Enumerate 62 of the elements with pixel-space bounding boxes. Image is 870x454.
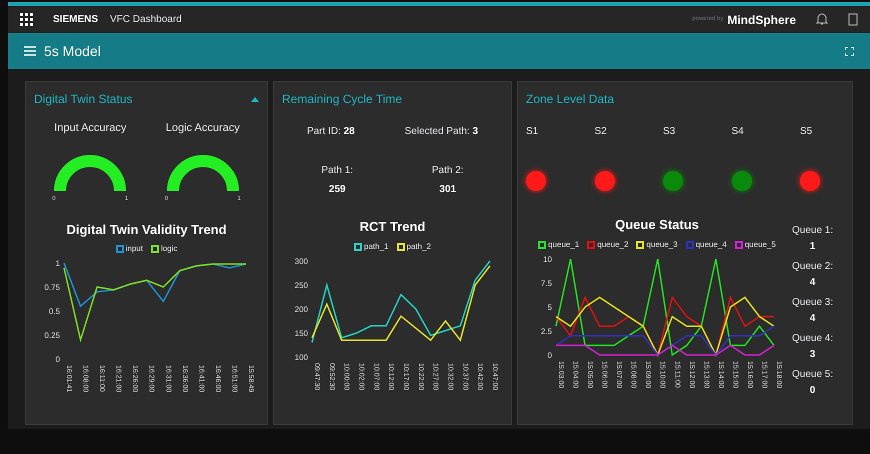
- app-grid-icon[interactable]: [20, 13, 33, 26]
- brand-name: SIEMENS: [53, 13, 98, 27]
- path-value: 301: [439, 183, 456, 197]
- fullscreen-icon[interactable]: [845, 46, 854, 56]
- page-title: 5s Model: [44, 42, 101, 60]
- legend-label: logic: [160, 243, 178, 255]
- queue-value: 4: [810, 276, 816, 290]
- queue-label: Queue 3:: [792, 296, 834, 310]
- station-label: S3: [663, 125, 676, 139]
- y-tick-label: 2.5: [540, 326, 552, 336]
- y-tick-label: 150: [294, 328, 308, 338]
- legend-label: path_2: [406, 240, 431, 252]
- y-tick-label: 0.75: [44, 283, 60, 292]
- queue-value: 1: [810, 240, 816, 254]
- menu-icon[interactable]: [24, 46, 36, 56]
- queue-value: 0: [810, 384, 816, 398]
- path-label: Path 1:: [321, 164, 354, 178]
- panel-title: Zone Level Data: [526, 91, 616, 108]
- path-label: Path 2:: [432, 164, 464, 178]
- queue-label: Queue 1:: [792, 224, 834, 238]
- legend-label: queue_2: [597, 238, 628, 250]
- queue-label: Queue 5:: [792, 368, 834, 382]
- y-tick-label: 250: [294, 280, 308, 290]
- y-tick-label: 10: [543, 254, 552, 264]
- queue-value: 4: [810, 312, 816, 326]
- chart-title: RCT Trend: [360, 218, 426, 236]
- stat-text: Part ID: 28: [306, 125, 355, 139]
- legend-label: queue_4: [696, 238, 727, 250]
- y-tick-label: 0: [548, 350, 552, 360]
- chart-title: Queue Status: [615, 216, 699, 234]
- queue-label: Queue 2:: [792, 260, 834, 274]
- y-tick-label: 5: [548, 302, 552, 312]
- gauge-label: Logic Accuracy: [166, 121, 240, 136]
- y-tick-label: 0.5: [48, 307, 60, 316]
- legend-label: path_1: [364, 240, 388, 252]
- queue-value: 3: [810, 348, 816, 362]
- y-tick-label: 0: [55, 355, 60, 364]
- station-label: S2: [594, 125, 607, 139]
- stat-text: Selected Path: 3: [404, 125, 478, 139]
- app-name[interactable]: VFC Dashboard: [110, 12, 182, 27]
- panel-title: Remaining Cycle Time: [282, 91, 404, 108]
- y-tick-label: 200: [294, 304, 308, 314]
- y-tick-label: 100: [294, 352, 308, 362]
- chart-title: Digital Twin Validity Trend: [66, 220, 227, 239]
- legend-label: queue_3: [646, 238, 678, 250]
- legend-label: input: [126, 243, 143, 255]
- station-label: S5: [800, 125, 812, 139]
- legend-label: queue_5: [744, 238, 776, 250]
- station-label: S4: [732, 125, 744, 139]
- y-tick-label: 1: [55, 259, 60, 268]
- y-tick-label: 300: [294, 256, 308, 266]
- y-tick-label: 7.5: [540, 278, 552, 288]
- legend-label: queue_1: [548, 238, 580, 250]
- queue-label: Queue 4:: [792, 332, 834, 346]
- path-value: 259: [328, 183, 346, 197]
- station-label: S1: [526, 125, 538, 139]
- collapse-caret-icon[interactable]: [251, 96, 259, 102]
- y-tick-label: 0.25: [44, 331, 60, 340]
- bell-icon[interactable]: [816, 13, 828, 26]
- panel-title: Digital Twin Status: [34, 91, 132, 108]
- gauge-label: Input Accuracy: [54, 121, 126, 136]
- product-name: MindSphere: [727, 12, 796, 28]
